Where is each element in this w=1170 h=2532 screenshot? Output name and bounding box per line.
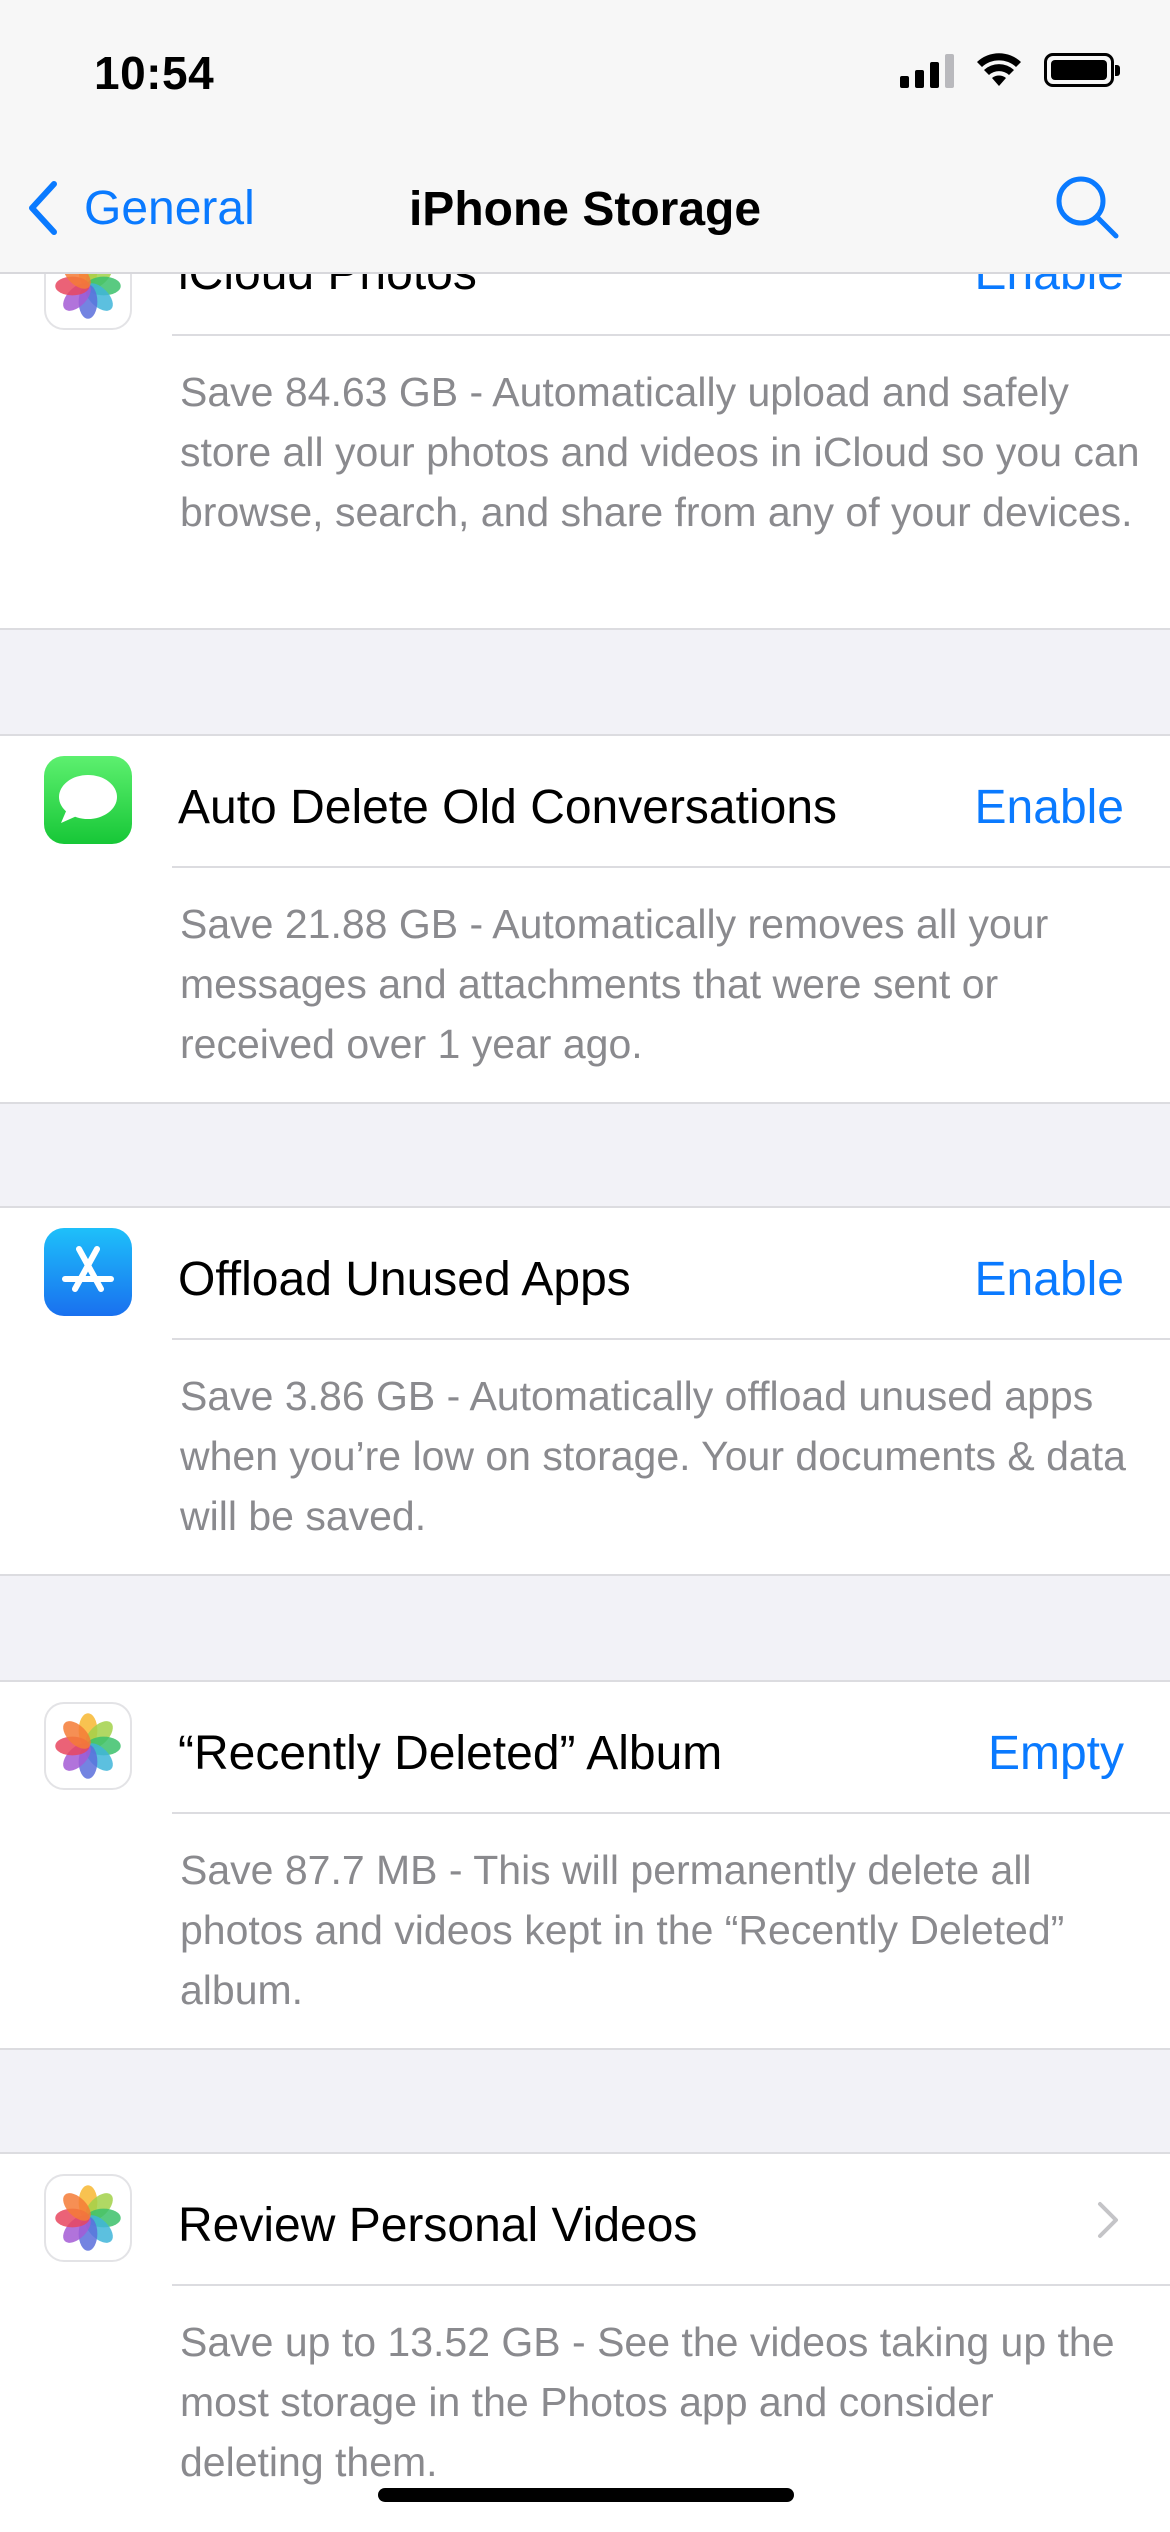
status-bar: 10:54 xyxy=(0,0,1170,140)
row-divider xyxy=(172,1812,1170,1814)
row-description: Save up to 13.52 GB - See the videos tak… xyxy=(180,2319,1115,2485)
row-description: Save 3.86 GB - Automatically offload unu… xyxy=(180,1373,1126,1539)
group-divider xyxy=(0,1102,1170,1104)
group-divider xyxy=(0,628,1170,630)
photos-icon xyxy=(44,2174,132,2262)
battery-icon xyxy=(1044,53,1120,87)
row-divider xyxy=(172,2284,1170,2286)
chevron-right-icon xyxy=(1098,2202,1118,2238)
navigation-bar: General iPhone Storage xyxy=(0,140,1170,274)
messages-icon xyxy=(44,756,132,844)
empty-button[interactable]: Empty xyxy=(988,1726,1124,1781)
status-icons xyxy=(900,52,1120,88)
enable-button[interactable]: Enable xyxy=(975,780,1124,835)
row-title: Auto Delete Old Conversations xyxy=(178,781,838,834)
row-title: Offload Unused Apps xyxy=(178,1253,631,1306)
recommendation-recently-deleted: “Recently Deleted” Album Empty Save 87.7… xyxy=(0,1682,1170,2048)
photos-icon xyxy=(44,1702,132,1790)
status-time: 10:54 xyxy=(94,47,215,99)
row-description: Save 84.63 GB - Automatically upload and… xyxy=(180,369,1140,535)
recommendation-offload-apps: Offload Unused Apps Enable Save 3.86 GB … xyxy=(0,1208,1170,1574)
page-title: iPhone Storage xyxy=(408,183,762,236)
row-title: “Recently Deleted” Album xyxy=(178,1727,723,1780)
home-indicator[interactable] xyxy=(378,2488,794,2502)
row-title: Review Personal Videos xyxy=(178,2199,698,2252)
row-divider xyxy=(172,334,1170,336)
row-divider xyxy=(172,1338,1170,1340)
row-description: Save 87.7 MB - This will permanently del… xyxy=(180,1847,1065,2013)
recommendation-review-videos[interactable]: Review Personal Videos Save up to 13.52 … xyxy=(0,2154,1170,2532)
recommendation-auto-delete: Auto Delete Old Conversations Enable Sav… xyxy=(0,736,1170,1102)
search-icon[interactable] xyxy=(1054,174,1120,240)
group-divider xyxy=(0,1574,1170,1576)
cellular-signal-icon xyxy=(900,52,954,88)
row-divider xyxy=(172,866,1170,868)
app-store-icon xyxy=(44,1228,132,1316)
wifi-icon xyxy=(977,53,1021,86)
enable-button[interactable]: Enable xyxy=(975,1252,1124,1307)
group-divider xyxy=(0,2048,1170,2050)
row-description: Save 21.88 GB - Automatically removes al… xyxy=(180,901,1049,1067)
